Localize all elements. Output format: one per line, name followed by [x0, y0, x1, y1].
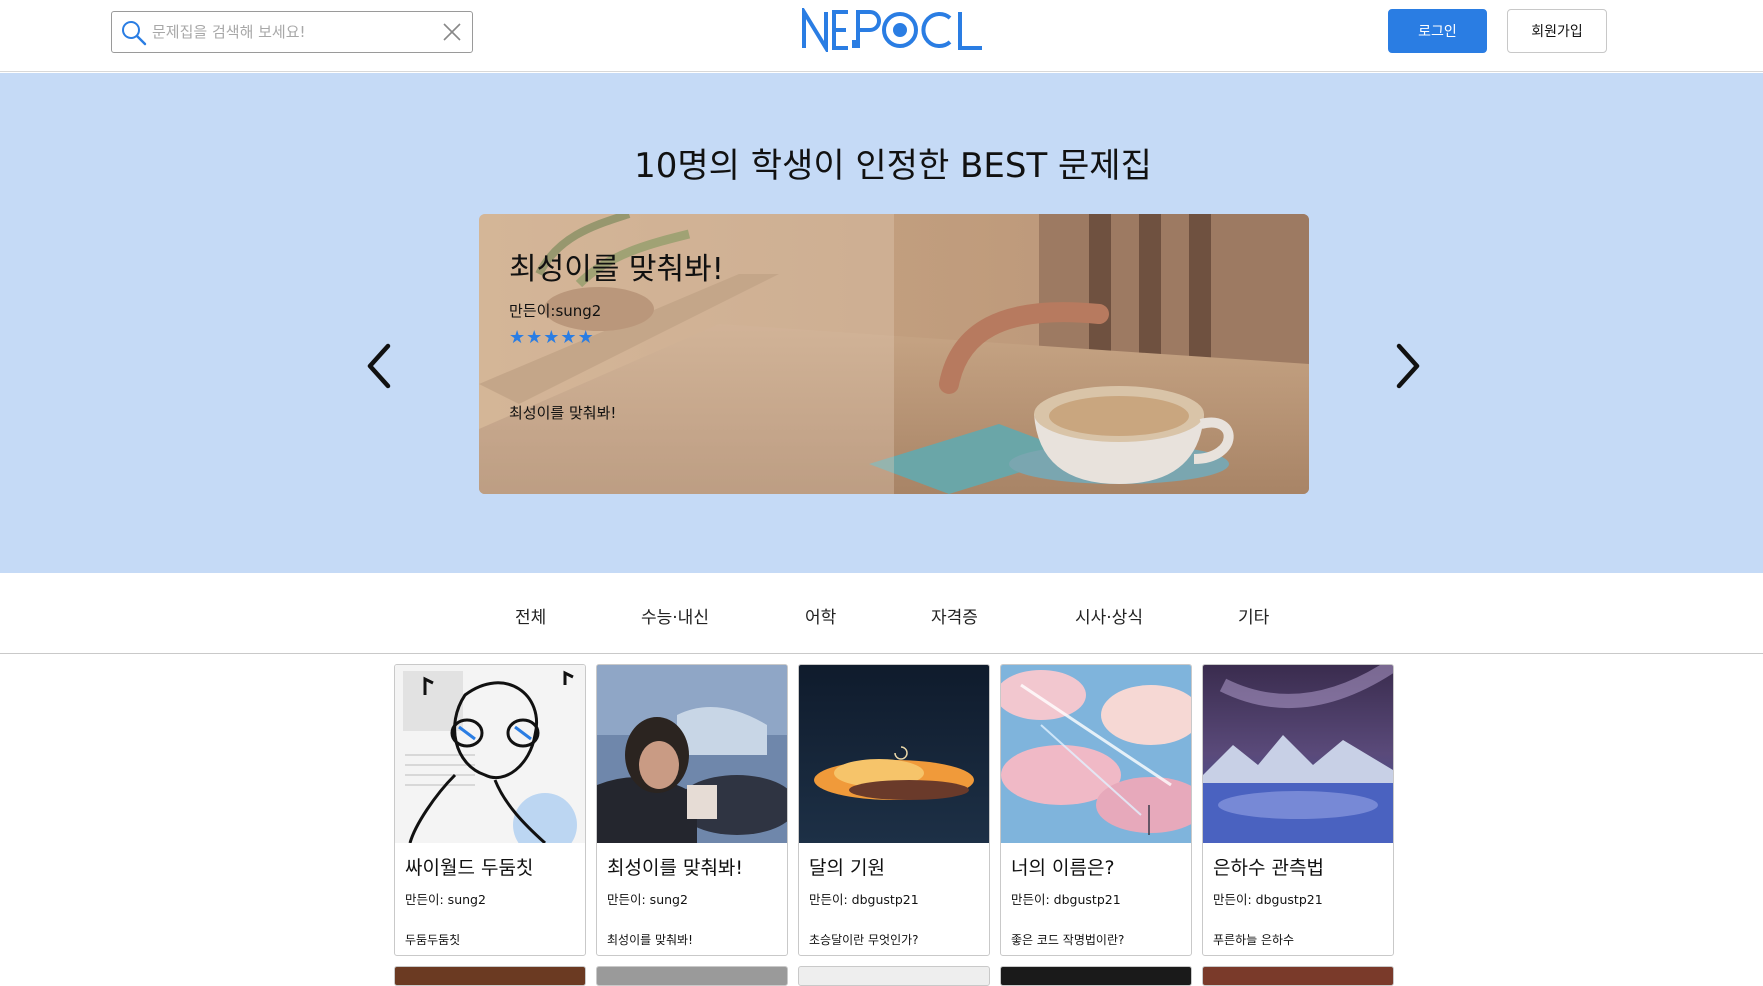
tab-all[interactable]: 전체	[515, 603, 546, 628]
nepool-logo[interactable]	[800, 8, 985, 52]
star-icon: ★	[509, 327, 526, 348]
card-title: 달의 기원	[809, 857, 885, 879]
search-input[interactable]	[152, 18, 432, 46]
quiz-card-partial[interactable]	[1202, 966, 1394, 986]
tab-certificate[interactable]: 자격증	[931, 603, 978, 628]
card-description: 초승달이란 무엇인가?	[809, 933, 919, 947]
card-title: 은하수 관측법	[1213, 857, 1324, 879]
card-title: 싸이월드 두둠칫	[405, 857, 534, 879]
section-title: 10명의 학생이 인정한 BEST 문제집	[634, 146, 1152, 186]
tab-suneung[interactable]: 수능·내신	[641, 603, 709, 628]
top-header: 로그인 회원가입	[0, 0, 1763, 72]
quiz-card[interactable]: 달의 기원 만든이: dbgustp21 초승달이란 무엇인가?	[798, 664, 990, 956]
card-title: 최성이를 맞춰봐!	[607, 857, 744, 879]
rating-stars: ★ ★ ★ ★ ★	[509, 329, 594, 347]
card-thumbnail	[799, 665, 989, 843]
carousel-slide[interactable]: 최성이를 맞춰봐! 만든이:sung2 ★ ★ ★ ★ ★ 최성이를 맞춰봐!	[479, 214, 1309, 494]
best-section: 10명의 학생이 인정한 BEST 문제집 최성이를 맞춰봐! 만든이:sung…	[0, 73, 1763, 573]
card-thumbnail	[395, 665, 585, 843]
quiz-card[interactable]: 너의 이름은? 만든이: dbgustp21 좋은 코드 작명법이란?	[1000, 664, 1192, 956]
search-icon[interactable]	[120, 19, 148, 47]
quiz-card-partial[interactable]	[596, 966, 788, 986]
chevron-left-icon[interactable]	[362, 336, 402, 396]
star-icon: ★	[560, 327, 577, 348]
quiz-card[interactable]: 은하수 관측법 만든이: dbgustp21 푸른하늘 은하수	[1202, 664, 1394, 956]
card-thumbnail	[597, 665, 787, 843]
card-maker: 만든이: sung2	[405, 892, 486, 907]
search-box[interactable]	[111, 11, 473, 53]
card-thumbnail	[1001, 665, 1191, 843]
star-icon: ★	[577, 327, 594, 348]
card-thumbnail	[1203, 665, 1393, 843]
quiz-card-partial[interactable]	[1000, 966, 1192, 986]
card-maker: 만든이: dbgustp21	[1011, 892, 1121, 907]
card-description: 두둠두둠칫	[405, 933, 461, 947]
chevron-right-icon[interactable]	[1385, 336, 1425, 396]
card-description: 최성이를 맞춰봐!	[607, 933, 693, 947]
quiz-card[interactable]: 최성이를 맞춰봐! 만든이: sung2 최성이를 맞춰봐!	[596, 664, 788, 956]
star-icon: ★	[543, 327, 560, 348]
tab-language[interactable]: 어학	[805, 603, 836, 628]
quiz-card-partial[interactable]	[394, 966, 586, 986]
signup-button[interactable]: 회원가입	[1507, 9, 1607, 53]
slide-title: 최성이를 맞춰봐!	[509, 252, 724, 287]
quiz-card-partial[interactable]	[798, 966, 990, 986]
star-icon: ★	[526, 327, 543, 348]
quiz-card[interactable]: 싸이월드 두둠칫 만든이: sung2 두둠두둠칫	[394, 664, 586, 956]
slide-description: 최성이를 맞춰봐!	[509, 404, 617, 422]
tab-etc[interactable]: 기타	[1238, 603, 1269, 628]
card-description: 푸른하늘 은하수	[1213, 933, 1295, 947]
card-description: 좋은 코드 작명법이란?	[1011, 933, 1125, 947]
category-tabs: 전체 수능·내신 어학 자격증 시사·상식 기타	[0, 573, 1763, 654]
tab-current-affairs[interactable]: 시사·상식	[1075, 603, 1143, 628]
card-maker: 만든이: dbgustp21	[809, 892, 919, 907]
card-maker: 만든이: dbgustp21	[1213, 892, 1323, 907]
card-title: 너의 이름은?	[1011, 857, 1115, 879]
close-icon[interactable]	[442, 22, 462, 42]
card-maker: 만든이: sung2	[607, 892, 688, 907]
login-button[interactable]: 로그인	[1388, 9, 1487, 53]
slide-maker: 만든이:sung2	[509, 302, 602, 320]
